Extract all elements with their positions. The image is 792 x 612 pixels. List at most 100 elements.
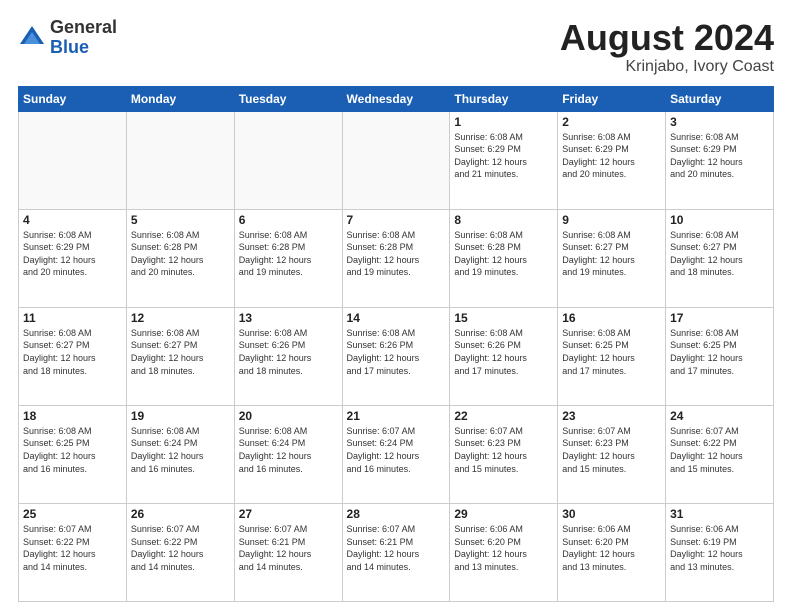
calendar-week-row: 4 Sunrise: 6:08 AM Sunset: 6:29 PM Daylig… [19, 209, 774, 307]
day-info: Sunrise: 6:08 AM Sunset: 6:25 PM Dayligh… [562, 327, 661, 377]
calendar-day-cell: 28 Sunrise: 6:07 AM Sunset: 6:21 PM Dayli… [342, 503, 450, 601]
calendar-week-row: 1Sunrise: 6:08 AM Sunset: 6:29 PM Daylig… [19, 111, 774, 209]
day-info: Sunrise: 6:08 AM Sunset: 6:28 PM Dayligh… [131, 229, 230, 279]
day-info: Sunrise: 6:08 AM Sunset: 6:25 PM Dayligh… [23, 425, 122, 475]
day-info: Sunrise: 6:08 AM Sunset: 6:27 PM Dayligh… [23, 327, 122, 377]
day-number: 21 [347, 409, 446, 423]
subtitle: Krinjabo, Ivory Coast [560, 58, 774, 76]
calendar-day-cell: 17Sunrise: 6:08 AM Sunset: 6:25 PM Dayli… [666, 307, 774, 405]
day-info: Sunrise: 6:08 AM Sunset: 6:29 PM Dayligh… [562, 131, 661, 181]
day-number: 3 [670, 115, 769, 129]
day-number: 5 [131, 213, 230, 227]
day-number: 29 [454, 507, 553, 521]
logo-blue: Blue [50, 37, 89, 57]
calendar-day-cell: 29 Sunrise: 6:06 AM Sunset: 6:20 PM Dayli… [450, 503, 558, 601]
day-number: 24 [670, 409, 769, 423]
calendar-table: SundayMondayTuesdayWednesdayThursdayFrid… [18, 86, 774, 602]
day-info: Sunrise: 6:08 AM Sunset: 6:24 PM Dayligh… [131, 425, 230, 475]
header: General Blue August 2024 Krinjabo, Ivory… [18, 18, 774, 76]
calendar-day-cell: 20 Sunrise: 6:08 AM Sunset: 6:24 PM Dayli… [234, 405, 342, 503]
calendar-day-cell: 22 Sunrise: 6:07 AM Sunset: 6:23 PM Dayli… [450, 405, 558, 503]
weekday-header: Friday [558, 86, 666, 111]
calendar-week-row: 25Sunrise: 6:07 AM Sunset: 6:22 PM Dayli… [19, 503, 774, 601]
weekday-header: Tuesday [234, 86, 342, 111]
day-number: 20 [239, 409, 338, 423]
calendar-day-cell: 11 Sunrise: 6:08 AM Sunset: 6:27 PM Dayli… [19, 307, 127, 405]
day-number: 13 [239, 311, 338, 325]
calendar-day-cell: 30 Sunrise: 6:06 AM Sunset: 6:20 PM Dayli… [558, 503, 666, 601]
calendar-day-cell: 8Sunrise: 6:08 AM Sunset: 6:28 PM Daylig… [450, 209, 558, 307]
day-info: Sunrise: 6:08 AM Sunset: 6:29 PM Dayligh… [670, 131, 769, 181]
calendar-day-cell: 6 Sunrise: 6:08 AM Sunset: 6:28 PM Daylig… [234, 209, 342, 307]
calendar-week-row: 18 Sunrise: 6:08 AM Sunset: 6:25 PM Dayli… [19, 405, 774, 503]
calendar-day-cell: 7 Sunrise: 6:08 AM Sunset: 6:28 PM Daylig… [342, 209, 450, 307]
day-info: Sunrise: 6:08 AM Sunset: 6:24 PM Dayligh… [239, 425, 338, 475]
page: General Blue August 2024 Krinjabo, Ivory… [0, 0, 792, 612]
day-number: 16 [562, 311, 661, 325]
day-info: Sunrise: 6:07 AM Sunset: 6:24 PM Dayligh… [347, 425, 446, 475]
logo-text: General Blue [50, 18, 117, 58]
logo: General Blue [18, 18, 117, 58]
day-number: 6 [239, 213, 338, 227]
calendar-day-cell [234, 111, 342, 209]
calendar-day-cell [342, 111, 450, 209]
day-number: 2 [562, 115, 661, 129]
calendar-day-cell: 12Sunrise: 6:08 AM Sunset: 6:27 PM Dayli… [126, 307, 234, 405]
main-title: August 2024 [560, 18, 774, 58]
calendar-header-row: SundayMondayTuesdayWednesdayThursdayFrid… [19, 86, 774, 111]
day-info: Sunrise: 6:07 AM Sunset: 6:23 PM Dayligh… [562, 425, 661, 475]
calendar-day-cell: 16 Sunrise: 6:08 AM Sunset: 6:25 PM Dayli… [558, 307, 666, 405]
calendar-day-cell: 24Sunrise: 6:07 AM Sunset: 6:22 PM Dayli… [666, 405, 774, 503]
day-info: Sunrise: 6:08 AM Sunset: 6:29 PM Dayligh… [23, 229, 122, 279]
calendar-day-cell: 14 Sunrise: 6:08 AM Sunset: 6:26 PM Dayli… [342, 307, 450, 405]
day-number: 18 [23, 409, 122, 423]
day-number: 25 [23, 507, 122, 521]
calendar-week-row: 11 Sunrise: 6:08 AM Sunset: 6:27 PM Dayli… [19, 307, 774, 405]
day-number: 30 [562, 507, 661, 521]
day-info: Sunrise: 6:08 AM Sunset: 6:26 PM Dayligh… [239, 327, 338, 377]
day-info: Sunrise: 6:07 AM Sunset: 6:21 PM Dayligh… [239, 523, 338, 573]
weekday-header: Thursday [450, 86, 558, 111]
calendar-day-cell: 27 Sunrise: 6:07 AM Sunset: 6:21 PM Dayli… [234, 503, 342, 601]
day-number: 7 [347, 213, 446, 227]
day-info: Sunrise: 6:06 AM Sunset: 6:20 PM Dayligh… [562, 523, 661, 573]
logo-icon [18, 24, 46, 52]
day-info: Sunrise: 6:08 AM Sunset: 6:28 PM Dayligh… [239, 229, 338, 279]
day-info: Sunrise: 6:07 AM Sunset: 6:21 PM Dayligh… [347, 523, 446, 573]
day-number: 15 [454, 311, 553, 325]
day-info: Sunrise: 6:08 AM Sunset: 6:28 PM Dayligh… [347, 229, 446, 279]
day-number: 11 [23, 311, 122, 325]
day-info: Sunrise: 6:07 AM Sunset: 6:23 PM Dayligh… [454, 425, 553, 475]
calendar-day-cell: 1Sunrise: 6:08 AM Sunset: 6:29 PM Daylig… [450, 111, 558, 209]
calendar-day-cell: 21 Sunrise: 6:07 AM Sunset: 6:24 PM Dayli… [342, 405, 450, 503]
day-info: Sunrise: 6:08 AM Sunset: 6:27 PM Dayligh… [131, 327, 230, 377]
day-number: 23 [562, 409, 661, 423]
calendar-day-cell: 15 Sunrise: 6:08 AM Sunset: 6:26 PM Dayli… [450, 307, 558, 405]
title-block: August 2024 Krinjabo, Ivory Coast [560, 18, 774, 76]
day-info: Sunrise: 6:08 AM Sunset: 6:26 PM Dayligh… [454, 327, 553, 377]
calendar-day-cell: 10Sunrise: 6:08 AM Sunset: 6:27 PM Dayli… [666, 209, 774, 307]
calendar-day-cell: 2 Sunrise: 6:08 AM Sunset: 6:29 PM Daylig… [558, 111, 666, 209]
calendar-day-cell: 19Sunrise: 6:08 AM Sunset: 6:24 PM Dayli… [126, 405, 234, 503]
day-number: 31 [670, 507, 769, 521]
calendar-day-cell [19, 111, 127, 209]
day-number: 27 [239, 507, 338, 521]
day-info: Sunrise: 6:08 AM Sunset: 6:28 PM Dayligh… [454, 229, 553, 279]
calendar-day-cell: 4 Sunrise: 6:08 AM Sunset: 6:29 PM Daylig… [19, 209, 127, 307]
day-info: Sunrise: 6:08 AM Sunset: 6:29 PM Dayligh… [454, 131, 553, 181]
calendar-day-cell: 13 Sunrise: 6:08 AM Sunset: 6:26 PM Dayli… [234, 307, 342, 405]
day-info: Sunrise: 6:08 AM Sunset: 6:26 PM Dayligh… [347, 327, 446, 377]
day-number: 28 [347, 507, 446, 521]
day-info: Sunrise: 6:08 AM Sunset: 6:25 PM Dayligh… [670, 327, 769, 377]
day-number: 9 [562, 213, 661, 227]
calendar-day-cell: 9Sunrise: 6:08 AM Sunset: 6:27 PM Daylig… [558, 209, 666, 307]
day-info: Sunrise: 6:06 AM Sunset: 6:19 PM Dayligh… [670, 523, 769, 573]
day-number: 4 [23, 213, 122, 227]
day-info: Sunrise: 6:06 AM Sunset: 6:20 PM Dayligh… [454, 523, 553, 573]
calendar-day-cell [126, 111, 234, 209]
day-number: 14 [347, 311, 446, 325]
calendar-day-cell: 25Sunrise: 6:07 AM Sunset: 6:22 PM Dayli… [19, 503, 127, 601]
weekday-header: Saturday [666, 86, 774, 111]
day-number: 22 [454, 409, 553, 423]
day-info: Sunrise: 6:08 AM Sunset: 6:27 PM Dayligh… [670, 229, 769, 279]
